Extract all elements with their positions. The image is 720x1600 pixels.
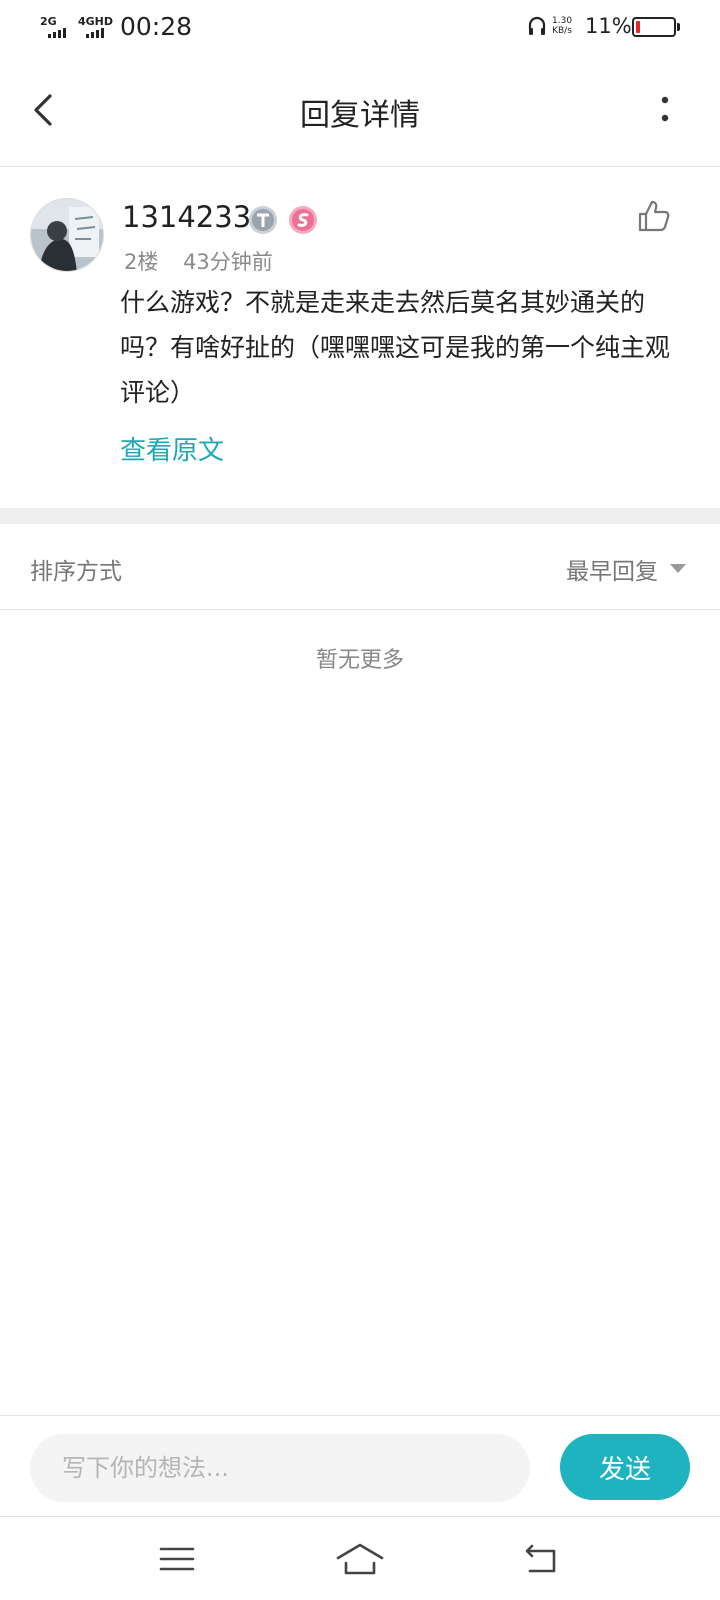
reply-input[interactable]	[30, 1434, 530, 1502]
floor-number: 2楼	[124, 250, 159, 274]
avatar[interactable]	[30, 198, 104, 272]
comment-meta: 2楼 43分钟前	[124, 246, 291, 276]
signal-2-icon	[86, 28, 104, 38]
sort-dropdown[interactable]: 最早回复	[566, 552, 658, 586]
signal-1-label: 2G	[40, 15, 57, 28]
caret-down-icon[interactable]	[670, 564, 686, 573]
username[interactable]: 1314233	[122, 200, 251, 234]
net-speed: 1.30 KB/s	[552, 16, 572, 36]
comment-text: 什么游戏？不就是走来走去然后莫名其妙通关的吗？有啥好扯的（嘿嘿嘿这可是我的第一个…	[120, 288, 671, 407]
signal-2-label: 4GHD	[78, 15, 114, 28]
avatar-image	[31, 199, 103, 271]
view-original-link[interactable]: 查看原文	[120, 430, 224, 467]
section-divider	[0, 508, 720, 524]
back-nav-icon[interactable]	[518, 1539, 568, 1579]
sort-label: 排序方式	[30, 559, 122, 585]
net-speed-unit: KB/s	[552, 26, 572, 36]
empty-replies-text: 暂无更多	[315, 648, 404, 673]
more-options-icon[interactable]	[650, 92, 680, 132]
net-speed-value: 1.30	[552, 16, 573, 26]
status-bar: 2G 4GHD 00:28 1.30 KB/s 11%	[0, 0, 720, 56]
signal-1-icon	[48, 28, 66, 38]
sort-row: 排序方式 最早回复	[0, 524, 720, 610]
battery-tip	[677, 23, 680, 31]
battery-percent: 11%	[585, 14, 632, 38]
headphone-icon	[528, 16, 546, 35]
header: 回复详情	[0, 56, 720, 167]
level-badge-icon	[249, 206, 277, 234]
send-button[interactable]: 发送	[560, 1434, 690, 1500]
battery-level	[636, 21, 640, 33]
reply-input-bar: 发送	[0, 1415, 720, 1515]
thumbs-up-icon[interactable]	[636, 198, 672, 234]
comment-time: 43分钟前	[183, 250, 273, 274]
system-nav-bar	[0, 1516, 720, 1600]
home-icon[interactable]	[335, 1539, 385, 1579]
page-title: 回复详情	[300, 98, 420, 133]
battery-icon	[632, 17, 676, 37]
medal-badge-icon	[289, 206, 317, 234]
clock: 00:28	[120, 12, 193, 41]
comment-card: 1314233 2楼 43分钟前 什么游戏？不就是走来走去然后莫名其妙通关的吗？…	[0, 168, 720, 508]
menu-icon[interactable]	[152, 1539, 202, 1579]
